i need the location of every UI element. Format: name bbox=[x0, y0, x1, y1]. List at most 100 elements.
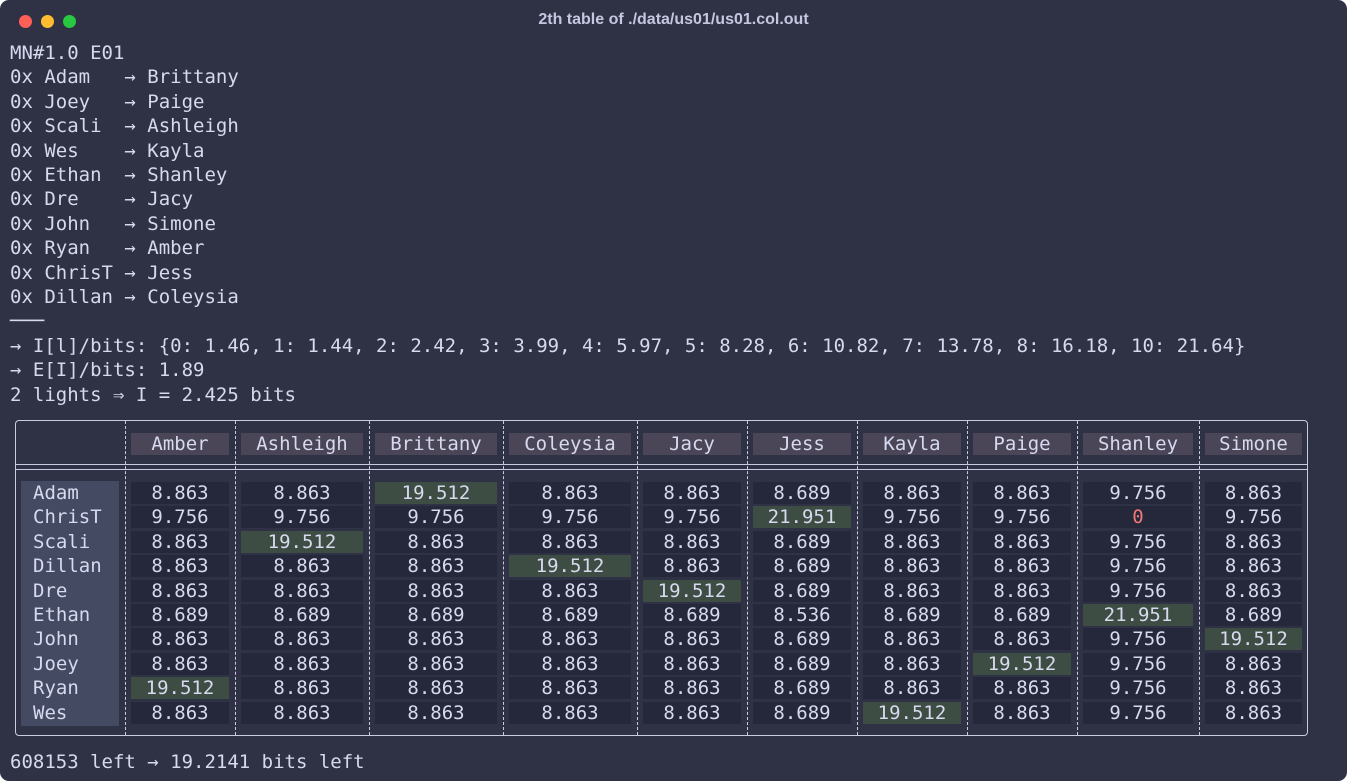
row-label: Ethan bbox=[33, 604, 91, 626]
column-divider bbox=[503, 421, 504, 735]
table-cell: 8.863 bbox=[643, 652, 741, 675]
output-line: 0x Dillan → Coleysia bbox=[10, 286, 239, 308]
column-header: Kayla bbox=[863, 433, 961, 455]
table-cell: 8.863 bbox=[241, 652, 363, 675]
output-line: 0x Dre → Jacy bbox=[10, 188, 194, 211]
table-cell: 8.689 bbox=[375, 604, 497, 626]
table-cell: 19.512 bbox=[863, 701, 961, 724]
table-cell: 8.863 bbox=[241, 628, 363, 651]
output-line: 0x Scali → Ashleigh bbox=[10, 115, 239, 138]
table-cell: 8.863 bbox=[863, 677, 961, 700]
row-label: ChrisT bbox=[33, 506, 102, 529]
table-cell: 21.951 bbox=[1083, 604, 1193, 626]
output-line: 0x Joey → Paige bbox=[10, 90, 205, 113]
row-label: Dre bbox=[33, 579, 68, 602]
table-cell: 8.863 bbox=[131, 628, 229, 651]
table-cell: 8.863 bbox=[973, 482, 1071, 504]
table-cell: 8.689 bbox=[643, 604, 741, 626]
row-label: Adam bbox=[33, 482, 79, 504]
table-cell: 8.863 bbox=[973, 555, 1071, 578]
table-cell: 8.863 bbox=[241, 677, 363, 700]
output-line: 0x Ethan → Shanley bbox=[10, 164, 228, 186]
row-label: Joey bbox=[33, 652, 79, 675]
table-cell: 8.863 bbox=[1205, 530, 1302, 553]
table-cell: 8.863 bbox=[863, 482, 961, 504]
column-header: Amber bbox=[131, 433, 229, 455]
header-divider bbox=[15, 464, 1308, 465]
table-cell: 8.863 bbox=[863, 555, 961, 578]
table-cell: 8.689 bbox=[509, 604, 631, 626]
window-title: 2th table of ./data/us01/us01.col.out bbox=[538, 11, 809, 28]
table-cell: 8.863 bbox=[643, 701, 741, 724]
table-cell: 8.536 bbox=[753, 604, 851, 626]
table-cell: 9.756 bbox=[1083, 530, 1193, 553]
column-header: Coleysia bbox=[509, 433, 631, 455]
table-cell: 8.689 bbox=[753, 677, 851, 700]
table-cell: 8.863 bbox=[509, 628, 631, 651]
column-divider bbox=[235, 421, 236, 735]
footer-status: 608153 left → 19.2141 bits left bbox=[10, 751, 365, 773]
table-cell: 8.863 bbox=[375, 701, 497, 724]
table-cell: 8.863 bbox=[1205, 677, 1302, 700]
table-cell: 8.863 bbox=[643, 628, 741, 651]
row-label: John bbox=[33, 628, 79, 651]
table-cell: 8.689 bbox=[753, 579, 851, 602]
table-cell: 9.756 bbox=[643, 506, 741, 529]
row-label: Scali bbox=[33, 530, 91, 553]
table-cell: 8.863 bbox=[1205, 482, 1302, 504]
table-cell: 19.512 bbox=[973, 652, 1071, 675]
table-cell: 8.689 bbox=[753, 530, 851, 553]
table-cell: 19.512 bbox=[1205, 628, 1302, 651]
table-cell: 8.863 bbox=[375, 677, 497, 700]
table-cell: 8.863 bbox=[1205, 555, 1302, 578]
table-cell: 8.863 bbox=[509, 579, 631, 602]
table-cell: 9.756 bbox=[1205, 506, 1302, 529]
table-cell: 8.863 bbox=[643, 677, 741, 700]
column-header: Jess bbox=[753, 433, 851, 455]
table-cell: 19.512 bbox=[131, 677, 229, 700]
table-cell: 8.863 bbox=[643, 555, 741, 578]
column-header: Simone bbox=[1205, 433, 1302, 455]
column-divider bbox=[637, 421, 638, 735]
table-cell: 8.863 bbox=[863, 652, 961, 675]
column-header: Jacy bbox=[643, 433, 741, 455]
output-line: 0x ChrisT → Jess bbox=[10, 261, 194, 284]
table-cell: 8.863 bbox=[643, 482, 741, 504]
table-cell: 21.951 bbox=[753, 506, 851, 529]
table-cell: 9.756 bbox=[863, 506, 961, 529]
output-line: 0x Wes → Kayla bbox=[10, 139, 205, 162]
title-bar: 2th table of ./data/us01/us01.col.out bbox=[0, 0, 1347, 40]
output-line: 0x John → Simone bbox=[10, 212, 216, 235]
column-divider bbox=[125, 421, 126, 735]
table-cell: 9.756 bbox=[1083, 652, 1193, 675]
column-divider bbox=[747, 421, 748, 735]
output-line: MN#1.0 E01 bbox=[10, 42, 125, 64]
table-cell: 19.512 bbox=[643, 579, 741, 602]
table-cell: 8.863 bbox=[1205, 701, 1302, 724]
output-line: → I[l]/bits: {0: 1.46, 1: 1.44, 2: 2.42,… bbox=[10, 334, 1246, 357]
table-cell: 9.756 bbox=[131, 506, 229, 529]
table-cell: 19.512 bbox=[375, 482, 497, 504]
column-divider bbox=[369, 421, 370, 735]
table-cell: 8.863 bbox=[863, 530, 961, 553]
table-cell: 8.689 bbox=[753, 701, 851, 724]
output-line: 2 lights ⇒ I = 2.425 bits bbox=[10, 383, 296, 406]
column-header: Paige bbox=[973, 433, 1071, 455]
table-cell: 8.689 bbox=[753, 555, 851, 578]
terminal-window: 2th table of ./data/us01/us01.col.out MN… bbox=[0, 0, 1347, 781]
output-line: ─── bbox=[10, 310, 45, 333]
table-cell: 8.689 bbox=[753, 482, 851, 504]
table-cell: 9.756 bbox=[1083, 555, 1193, 578]
table-cell: 8.863 bbox=[131, 482, 229, 504]
column-header: Ashleigh bbox=[241, 433, 363, 455]
table-cell: 8.689 bbox=[131, 604, 229, 626]
table-cell: 9.756 bbox=[1083, 701, 1193, 724]
table-cell: 8.863 bbox=[131, 555, 229, 578]
table-cell: 8.863 bbox=[863, 628, 961, 651]
table-cell: 8.863 bbox=[509, 482, 631, 504]
output-line: 0x Adam → Brittany bbox=[10, 66, 239, 89]
table-cell: 8.863 bbox=[375, 555, 497, 578]
table-cell: 8.863 bbox=[131, 701, 229, 724]
table-cell: 19.512 bbox=[509, 555, 631, 578]
table-cell: 9.756 bbox=[1083, 579, 1193, 602]
